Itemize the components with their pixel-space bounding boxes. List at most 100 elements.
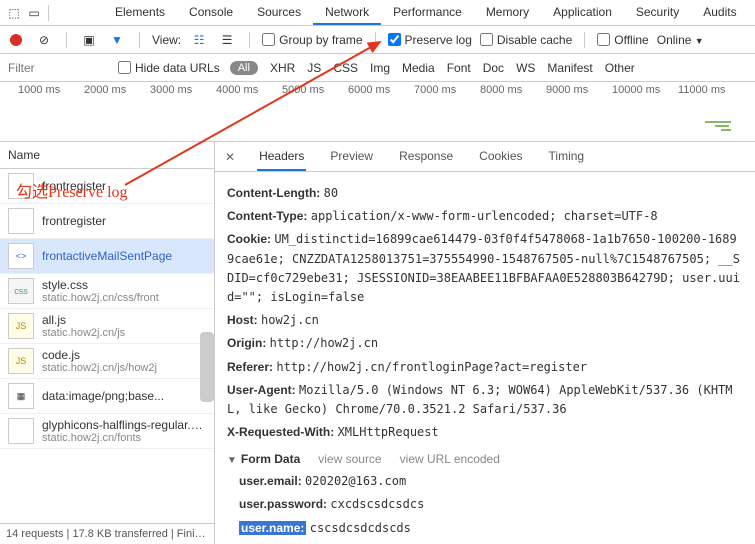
filter-type-xhr[interactable]: XHR <box>270 61 295 75</box>
filter-type-ws[interactable]: WS <box>516 61 535 75</box>
header-entry: Content-Length: 80 <box>227 184 743 203</box>
filter-toggle-icon[interactable]: ▼ <box>107 30 127 50</box>
form-data-entry: user.name: cscsdcsdcdscds <box>239 519 743 538</box>
large-rows-icon[interactable]: ☷ <box>189 30 209 50</box>
filter-type-css[interactable]: CSS <box>333 61 358 75</box>
view-label: View: <box>152 33 181 47</box>
file-type-icon: css <box>8 278 34 304</box>
network-toolbar: ⊘ ▣ ▼ View: ☷ ☰ Group by frame Preserve … <box>0 26 755 54</box>
timeline-tick: 9000 ms <box>546 84 612 96</box>
header-entry: User-Agent: Mozilla/5.0 (Windows NT 6.3;… <box>227 381 743 419</box>
tab-audits[interactable]: Audits <box>691 1 748 25</box>
detail-tab-response[interactable]: Response <box>397 143 455 171</box>
filter-type-manifest[interactable]: Manifest <box>547 61 592 75</box>
tab-application[interactable]: Application <box>541 1 624 25</box>
header-entry: Referer: http://how2j.cn/frontloginPage?… <box>227 358 743 377</box>
view-url-encoded-link[interactable]: view URL encoded <box>400 452 500 466</box>
form-data-section[interactable]: ▼Form Data <box>227 452 300 466</box>
name-column-header[interactable]: Name <box>0 142 214 169</box>
waterfall-icon[interactable]: ☰ <box>217 30 237 50</box>
file-domain: static.how2j.cn/css/front <box>42 292 159 304</box>
clear-icon[interactable]: ⊘ <box>34 30 54 50</box>
timeline-tick: 10000 ms <box>612 84 678 96</box>
separator <box>375 32 376 48</box>
file-type-icon: JS <box>8 348 34 374</box>
timeline-tick: 3000 ms <box>150 84 216 96</box>
timeline-tick: 8000 ms <box>480 84 546 96</box>
tab-memory[interactable]: Memory <box>474 1 541 25</box>
tab-sources[interactable]: Sources <box>245 1 313 25</box>
scrollbar[interactable] <box>200 332 214 402</box>
tab-performance[interactable]: Performance <box>381 1 474 25</box>
file-name: data:image/png;base... <box>42 389 164 403</box>
filter-bar: Hide data URLs All XHR JS CSS Img Media Font Do… <box>0 54 755 82</box>
filter-type-img[interactable]: Img <box>370 61 390 75</box>
file-type-icon: ▦ <box>8 383 34 409</box>
preserve-log-checkbox[interactable]: Preserve log <box>388 33 472 47</box>
file-domain: static.how2j.cn/js <box>42 327 125 339</box>
filter-type-font[interactable]: Font <box>447 61 471 75</box>
separator <box>66 32 67 48</box>
request-row[interactable]: JS all.jsstatic.how2j.cn/js <box>0 309 214 344</box>
file-type-icon: JS <box>8 313 34 339</box>
filter-type-media[interactable]: Media <box>402 61 435 75</box>
file-name: glyphicons-halflings-regular.wof <box>42 418 206 432</box>
request-row[interactable]: JS code.jsstatic.how2j.cn/js/how2j <box>0 344 214 379</box>
tab-network[interactable]: Network <box>313 1 381 25</box>
form-data-entry: user.password: cxcdscsdcsdcs <box>239 495 743 514</box>
file-domain: static.how2j.cn/fonts <box>42 432 206 444</box>
filter-input[interactable] <box>8 61 108 75</box>
request-row[interactable]: frontregister <box>0 169 214 204</box>
group-by-frame-checkbox[interactable]: Group by frame <box>262 33 362 47</box>
file-name: frontregister <box>42 214 106 228</box>
tab-console[interactable]: Console <box>177 1 245 25</box>
request-list: Name frontregister frontregister <>frontac… <box>0 142 215 544</box>
disable-cache-checkbox[interactable]: Disable cache <box>480 33 572 47</box>
header-entry: Cookie: UM_distinctid=16899cae614479-03f… <box>227 230 743 307</box>
record-button[interactable] <box>6 30 26 50</box>
throttling-select[interactable]: Online ▼ <box>657 33 704 47</box>
detail-tab-cookies[interactable]: Cookies <box>477 143 524 171</box>
timeline-overview[interactable]: 1000 ms2000 ms3000 ms4000 ms5000 ms6000 … <box>0 82 755 142</box>
devtools-tab-bar: ⬚ ▭ ElementsConsoleSourcesNetworkPerform… <box>0 0 755 26</box>
detail-tab-timing[interactable]: Timing <box>547 143 587 171</box>
file-type-icon <box>8 173 34 199</box>
filter-type-other[interactable]: Other <box>605 61 635 75</box>
device-toggle-icon[interactable]: ▭ <box>24 3 44 23</box>
hide-data-urls-checkbox[interactable]: Hide data URLs <box>118 61 220 75</box>
timeline-tick: 11000 ms <box>678 84 744 96</box>
request-row[interactable]: ▦ data:image/png;base... <box>0 379 214 414</box>
tab-elements[interactable]: Elements <box>103 1 177 25</box>
separator <box>139 32 140 48</box>
header-entry: Host: how2j.cn <box>227 311 743 330</box>
tab-security[interactable]: Security <box>624 1 691 25</box>
filter-type-all[interactable]: All <box>230 61 258 75</box>
timeline-tick: 5000 ms <box>282 84 348 96</box>
header-entry: X-Requested-With: XMLHttpRequest <box>227 423 743 442</box>
timeline-tick: 6000 ms <box>348 84 414 96</box>
detail-tab-preview[interactable]: Preview <box>328 143 375 171</box>
capture-screenshot-icon[interactable]: ▣ <box>79 30 99 50</box>
timeline-bars <box>705 119 731 133</box>
timeline-tick: 1000 ms <box>18 84 84 96</box>
separator <box>48 5 49 21</box>
request-row[interactable]: cssstyle.cssstatic.how2j.cn/css/front <box>0 274 214 309</box>
offline-checkbox[interactable]: Offline <box>597 33 648 47</box>
inspect-icon[interactable]: ⬚ <box>4 3 24 23</box>
separator <box>249 32 250 48</box>
view-source-link[interactable]: view source <box>318 452 381 466</box>
request-row[interactable]: glyphicons-halflings-regular.wofstatic.h… <box>0 414 214 449</box>
file-domain: static.how2j.cn/js/how2j <box>42 362 157 374</box>
request-row[interactable]: <>frontactiveMailSentPage <box>0 239 214 274</box>
request-detail: ✕ Headers Preview Response Cookies Timing Co… <box>215 142 755 544</box>
file-name: frontregister <box>42 179 106 193</box>
close-detail-icon[interactable]: ✕ <box>221 150 239 164</box>
file-name: code.js <box>42 348 157 362</box>
header-entry: Content-Type: application/x-www-form-url… <box>227 207 743 226</box>
filter-type-doc[interactable]: Doc <box>483 61 504 75</box>
file-type-icon <box>8 418 34 444</box>
request-row[interactable]: frontregister <box>0 204 214 239</box>
file-name: all.js <box>42 313 125 327</box>
detail-tab-headers[interactable]: Headers <box>257 143 306 171</box>
filter-type-js[interactable]: JS <box>307 61 321 75</box>
